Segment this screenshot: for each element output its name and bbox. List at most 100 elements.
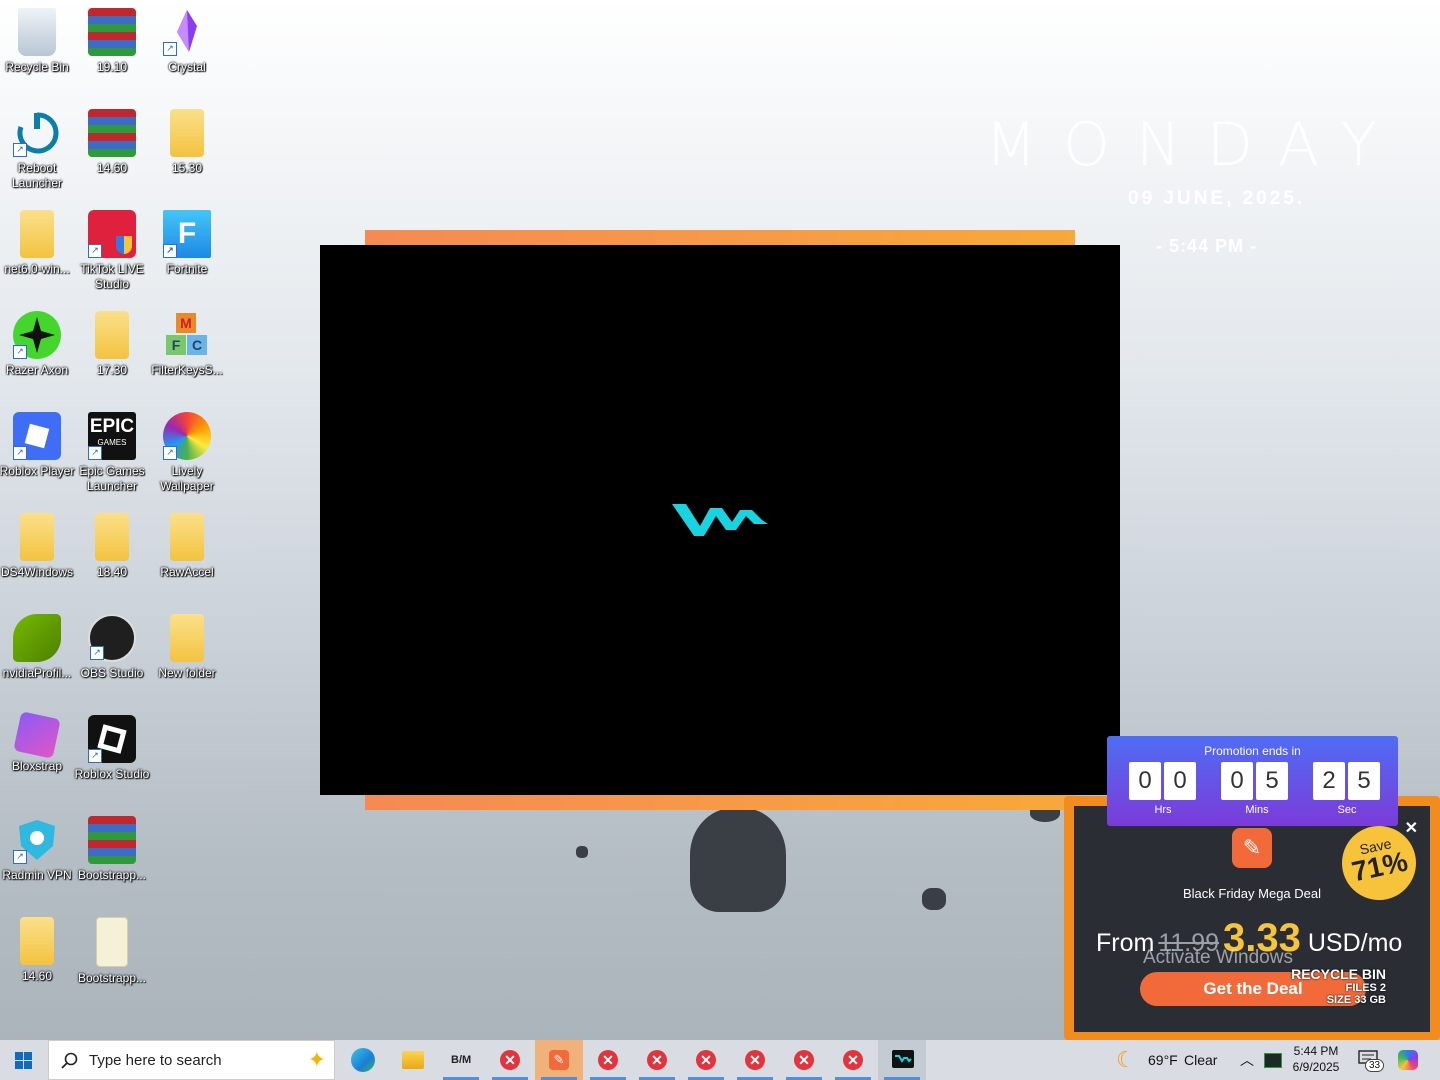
wallpaper-day: MONDAY: [985, 110, 1404, 180]
desktop-icon-new-folder[interactable]: New folder: [149, 614, 225, 681]
folder-icon: [95, 513, 129, 561]
desktop-icon-fortnite[interactable]: F ↗ Fortnite: [149, 210, 225, 277]
taskbar-ad-app[interactable]: ✎: [535, 1040, 583, 1080]
windows-logo-icon: [15, 1052, 32, 1069]
desktop-icon-label: Bloxstrap: [11, 759, 63, 773]
error-x-icon: ✕: [598, 1050, 618, 1070]
desktop-icon-reboot-launcher[interactable]: ↗ Reboot Launcher: [0, 109, 75, 191]
crystal-icon: ↗: [163, 8, 211, 56]
desktop-icon-label: Roblox Studio: [74, 767, 150, 781]
wallpaper-time: - 5:44 PM -: [1156, 236, 1258, 256]
desktop-icon-radmin-vpn[interactable]: ↗ Radmin VPN: [0, 816, 75, 883]
start-button[interactable]: [0, 1040, 48, 1080]
desktop-icon-roblox-studio[interactable]: ↗ Roblox Studio: [74, 715, 150, 782]
desktop-icon-label: FilterKeysS...: [151, 363, 223, 377]
lively-wallpaper-icon: ↗: [163, 412, 211, 460]
weather-temp: 69°F: [1148, 1052, 1178, 1068]
desktop-icon-14-60-folder[interactable]: 14.60: [0, 917, 75, 984]
taskbar-file-explorer[interactable]: [388, 1040, 436, 1080]
countdown-digit: 0: [1164, 762, 1196, 800]
desktop-icon-label: DS4Windows: [0, 565, 74, 579]
desktop-icon-17-30[interactable]: 17.30: [74, 311, 150, 378]
file-explorer-icon: [402, 1051, 424, 1069]
activate-windows-watermark: Activate Windows: [1143, 947, 1293, 968]
countdown-unit-hrs: Hrs: [1154, 804, 1172, 816]
desktop-icon-rawaccel[interactable]: RawAccel: [149, 513, 225, 580]
taskbar-error-app-6[interactable]: ✕: [780, 1040, 828, 1080]
show-hidden-icons[interactable]: ︿: [1238, 1040, 1256, 1080]
countdown-digit: 0: [1221, 762, 1253, 800]
weather-desc: Clear: [1184, 1052, 1218, 1068]
taskbar-app-bm[interactable]: B/M: [437, 1040, 485, 1080]
wallpaper-date: 09 JUNE, 2025.: [1128, 188, 1306, 209]
taskbar-error-app-7[interactable]: ✕: [829, 1040, 877, 1080]
folder-icon: [95, 311, 129, 359]
edge-icon: [351, 1048, 375, 1072]
error-x-icon: ✕: [794, 1050, 814, 1070]
ad-app-icon: ✎: [549, 1050, 569, 1070]
recycle-bin-widget[interactable]: RECYCLE BIN FILES 2 SIZE 33 GB: [1284, 966, 1386, 1006]
recycle-widget-files: FILES 2: [1345, 982, 1386, 994]
taskbar-search[interactable]: Type here to search ✦: [48, 1040, 335, 1080]
weather-widget[interactable]: ☾ 69°F Clear: [1116, 1040, 1226, 1080]
file-icon: [96, 917, 128, 967]
roblox-studio-icon: ↗: [88, 715, 136, 763]
desktop-icon-tiktok-live-studio[interactable]: ↗ TikTok LIVE Studio: [74, 210, 150, 292]
desktop-icon-18-40[interactable]: 18.40: [74, 513, 150, 580]
splash-top-accent: [365, 230, 1075, 245]
taskbar-error-app-2[interactable]: ✕: [584, 1040, 632, 1080]
desktop-icon-bloxstrap[interactable]: Bloxstrap: [0, 711, 75, 774]
desktop-icon-net6[interactable]: net6.0-win...: [0, 210, 75, 277]
desktop-icon-recycle-bin[interactable]: Recycle Bin: [0, 8, 75, 75]
desktop-icon-roblox-player[interactable]: ↗ Roblox Player: [0, 412, 75, 479]
wallpaper-rock: [576, 846, 588, 858]
winrar-archive-icon: [88, 8, 136, 56]
desktop-icon-19-10[interactable]: 19.10: [74, 8, 150, 75]
desktop-icon-label: Roblox Player: [0, 464, 75, 478]
promotion-countdown: Promotion ends in 0 0 0 5 2 5 Hrs Mins S…: [1107, 736, 1398, 826]
ad-app-logo-icon: ✎: [1232, 828, 1272, 868]
taskbar-clock[interactable]: 5:44 PM 6/9/2025: [1288, 1040, 1344, 1080]
ad-subtitle: Black Friday Mega Deal: [1183, 886, 1321, 901]
countdown-digit: 5: [1348, 762, 1380, 800]
desktop-icon-obs-studio[interactable]: ↗ OBS Studio: [74, 614, 150, 681]
desktop-icon-razer-axon[interactable]: ↗ Razer Axon: [0, 311, 75, 378]
vm-logo-icon: [672, 504, 768, 536]
desktop-icon-label: Radmin VPN: [2, 868, 72, 882]
desktop-icon-label: 14.60: [96, 161, 128, 175]
desktop-icon-nvidia-profile[interactable]: nvidiaProfil...: [0, 614, 75, 681]
taskbar-error-app-5[interactable]: ✕: [731, 1040, 779, 1080]
taskbar-edge[interactable]: [339, 1040, 387, 1080]
error-x-icon: ✕: [647, 1050, 667, 1070]
recycle-widget-title: RECYCLE BIN: [1291, 966, 1386, 982]
desktop-icon-15-30[interactable]: 15.30: [149, 109, 225, 176]
taskbar-error-app-3[interactable]: ✕: [633, 1040, 681, 1080]
desktop-icon-crystal[interactable]: ↗ Crystal: [149, 8, 225, 75]
desktop-icon-label: 15.30: [171, 161, 203, 175]
tiktok-live-studio-icon: ↗: [88, 210, 136, 258]
bloxstrap-icon: [13, 711, 61, 759]
desktop-icon-label: Reboot Launcher: [11, 161, 63, 190]
error-x-icon: ✕: [696, 1050, 716, 1070]
desktop-icon-label: 14.60: [21, 969, 53, 983]
taskbar-vm-app[interactable]: [878, 1040, 926, 1080]
winrar-archive-icon: [88, 816, 136, 864]
desktop-icon-ds4windows[interactable]: DS4Windows: [0, 513, 75, 580]
tray-app[interactable]: [1262, 1040, 1282, 1080]
desktop-icon-bootstrapper-archive[interactable]: Bootstrapp...: [74, 816, 150, 883]
notification-center[interactable]: 33: [1356, 1040, 1386, 1080]
desktop-icon-filterkeys[interactable]: M F C FilterKeysS...: [149, 311, 225, 378]
app-splash-window[interactable]: [320, 245, 1120, 795]
desktop-icon-epic-games-launcher[interactable]: EPIC GAMES ↗ Epic Games Launcher: [74, 412, 150, 494]
copilot-button[interactable]: [1394, 1040, 1424, 1080]
taskbar-error-app-1[interactable]: ✕: [486, 1040, 534, 1080]
razer-axon-icon: ↗: [13, 311, 61, 359]
desktop-icon-14-60[interactable]: 14.60: [74, 109, 150, 176]
clock-time: 5:44 PM: [1293, 1044, 1339, 1058]
taskbar-error-app-4[interactable]: ✕: [682, 1040, 730, 1080]
desktop-icon-bootstrapper-file[interactable]: Bootstrapp...: [74, 917, 150, 986]
epic-games-icon: EPIC GAMES ↗: [88, 412, 136, 460]
search-highlight-icon: ✦: [307, 1047, 326, 1072]
taskbar: Type here to search ✦ B/M ✕ ✎ ✕ ✕ ✕ ✕ ✕ …: [0, 1040, 1440, 1080]
desktop-icon-lively-wallpaper[interactable]: ↗ Lively Wallpaper: [149, 412, 225, 494]
